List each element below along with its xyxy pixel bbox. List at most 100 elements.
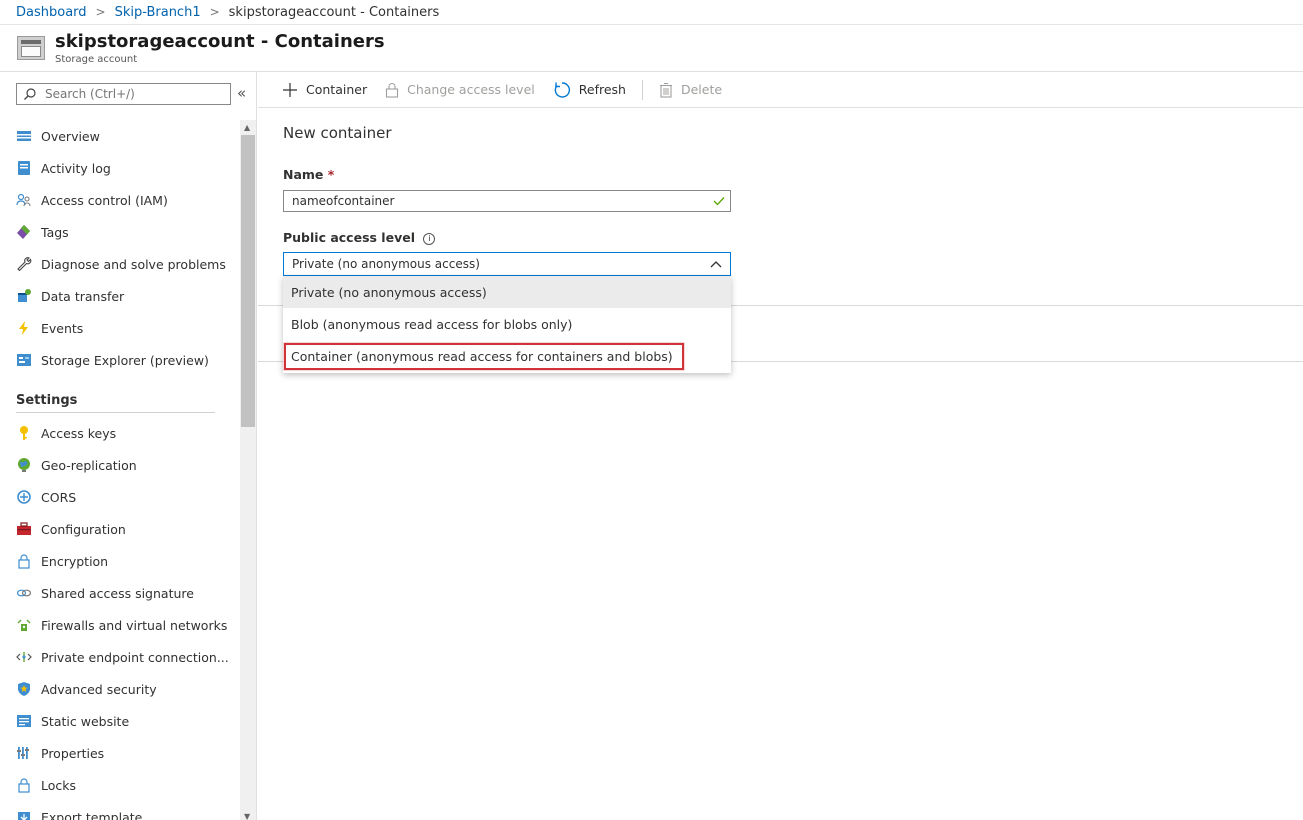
storage-container-icon [17,36,45,60]
refresh-button[interactable]: Refresh [553,81,626,99]
option-private[interactable]: Private (no anonymous access) [283,276,731,308]
sidebar-item-label: Geo-replication [41,457,137,473]
sidebar-nav: Overview Activity log Access control (IA… [0,120,238,820]
website-icon [16,713,32,729]
sidebar-item-activity-log[interactable]: Activity log [0,152,238,184]
overview-icon [16,128,32,144]
sidebar-item-cors[interactable]: CORS [0,481,238,513]
refresh-label: Refresh [578,82,626,97]
sidebar-item-label: Encryption [41,553,109,569]
search-icon [24,88,36,100]
sidebar-item-configuration[interactable]: Configuration [0,513,238,545]
sidebar-item-label: Storage Explorer (preview) [41,352,209,368]
key-icon [16,425,32,441]
storage-explorer-icon [16,352,32,368]
sidebar-item-label: CORS [41,489,77,505]
sidebar-item-firewalls[interactable]: Firewalls and virtual networks [0,609,238,641]
change-access-level-button[interactable]: Change access level [385,82,535,98]
search-input[interactable] [43,86,227,102]
lock-icon [386,82,399,98]
breadcrumb-current: skipstorageaccount - Containers [228,4,440,20]
settings-section-title: Settings [16,393,78,408]
sidebar: « Overview Activity log Access control (… [0,72,257,820]
sidebar-scrollbar[interactable]: ▲ ▼ [240,120,256,820]
public-access-select[interactable]: Private (no anonymous access) [283,252,731,276]
activity-log-icon [16,160,32,176]
public-access-selected-value: Private (no anonymous access) [292,257,480,271]
checkmark-icon [713,197,725,206]
info-icon[interactable]: i [423,232,436,245]
sidebar-item-properties[interactable]: Properties [0,737,238,769]
add-container-label: Container [306,82,368,97]
container-name-field[interactable] [283,190,731,212]
endpoint-icon [16,649,32,665]
page-subtitle: Storage account [55,54,138,65]
export-icon [16,809,32,820]
delete-label: Delete [680,82,723,97]
wrench-icon [16,256,32,272]
sidebar-search[interactable] [16,83,231,105]
container-name-input[interactable] [292,194,692,208]
sidebar-item-label: Overview [41,128,100,144]
panel-title: New container [283,124,392,142]
toolbar-divider [641,79,643,100]
scroll-down-icon[interactable]: ▼ [244,812,250,820]
breadcrumb-separator-icon: > [95,5,106,19]
firewall-icon [16,617,32,633]
option-container[interactable]: Container (anonymous read access for con… [283,340,731,372]
sidebar-item-advanced-security[interactable]: Advanced security [0,673,238,705]
sidebar-item-events[interactable]: Events [0,312,238,344]
public-access-label-text: Public access level [283,230,415,245]
required-marker: * [327,167,335,182]
sidebar-item-label: Export template [41,809,143,820]
change-access-level-label: Change access level [407,82,535,97]
sidebar-item-encryption[interactable]: Encryption [0,545,238,577]
public-access-label: Public access level i [283,230,436,245]
sidebar-item-locks[interactable]: Locks [0,769,238,801]
section-divider [16,412,215,413]
breadcrumb: Dashboard > Skip-Branch1 > skipstorageac… [0,0,1303,25]
lock-icon [16,777,32,793]
sidebar-item-static-website[interactable]: Static website [0,705,238,737]
sidebar-item-label: Access keys [41,425,117,441]
collapse-icon[interactable]: « [237,84,246,102]
sidebar-item-tags[interactable]: Tags [0,216,238,248]
breadcrumb-skip-branch[interactable]: Skip-Branch1 [115,5,201,20]
sidebar-item-label: Activity log [41,160,111,176]
option-blob[interactable]: Blob (anonymous read access for blobs on… [283,308,731,340]
trash-icon [659,82,672,98]
sidebar-item-overview[interactable]: Overview [0,120,238,152]
sidebar-item-label: Properties [41,745,105,761]
blade-header: skipstorageaccount - Containers Storage … [0,26,1303,72]
sidebar-item-diagnose[interactable]: Diagnose and solve problems [0,248,238,280]
plus-icon [283,82,297,97]
people-icon [16,192,32,208]
properties-icon [16,745,32,761]
name-label: Name * [283,167,334,182]
sidebar-item-access-keys[interactable]: Access keys [0,417,238,449]
option-label: Private (no anonymous access) [291,284,487,300]
globe-icon [16,457,32,473]
breadcrumb-dashboard[interactable]: Dashboard [16,5,87,20]
add-container-button[interactable]: Container [282,82,367,98]
sidebar-item-label: Advanced security [41,681,157,697]
sidebar-item-storage-explorer[interactable]: Storage Explorer (preview) [0,344,238,376]
sidebar-item-access-control[interactable]: Access control (IAM) [0,184,238,216]
delete-button[interactable]: Delete [659,82,722,98]
sidebar-item-label: Data transfer [41,288,125,304]
sidebar-item-label: Shared access signature [41,585,194,601]
sidebar-item-shared-access[interactable]: Shared access signature [0,577,238,609]
sidebar-item-data-transfer[interactable]: Data transfer [0,280,238,312]
sidebar-item-private-endpoint[interactable]: Private endpoint connection... [0,641,238,673]
chevron-up-icon [710,261,722,268]
lock-icon [16,553,32,569]
sidebar-item-geo-replication[interactable]: Geo-replication [0,449,238,481]
sidebar-item-label: Private endpoint connection... [41,649,229,665]
scroll-up-icon[interactable]: ▲ [244,123,250,132]
lightning-icon [16,320,32,336]
scrollbar-thumb[interactable] [241,135,255,427]
sidebar-item-label: Configuration [41,521,126,537]
link-icon [16,585,32,601]
sidebar-item-export-template[interactable]: Export template [0,801,238,820]
sidebar-item-label: Static website [41,713,130,729]
